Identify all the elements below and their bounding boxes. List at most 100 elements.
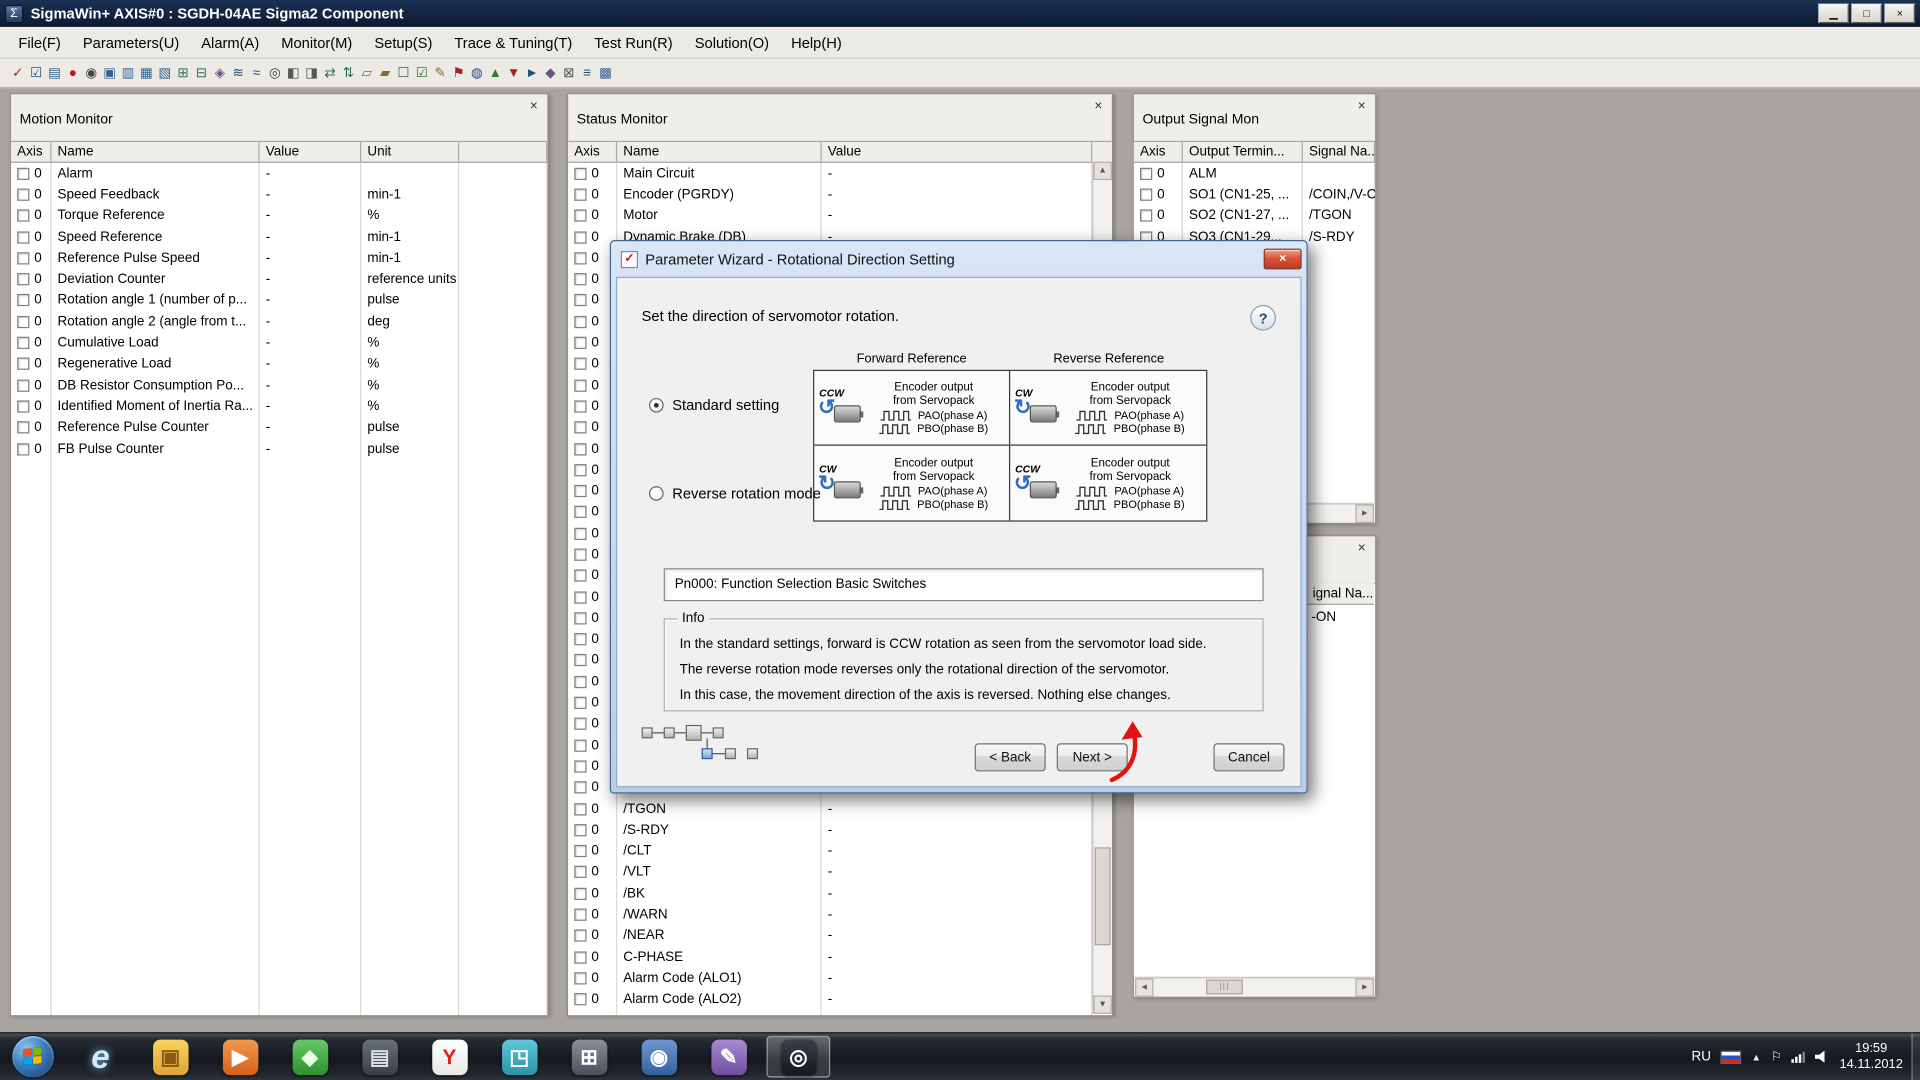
up-icon[interactable]: ▲ xyxy=(486,62,504,84)
dialog-titlebar[interactable]: ✓ Parameter Wizard - Rotational Directio… xyxy=(616,241,1302,277)
start-button[interactable] xyxy=(11,1035,55,1079)
table-row[interactable]: 0Deviation Counter-reference units xyxy=(11,269,547,290)
table-row[interactable]: 0Main Circuit- xyxy=(568,163,1112,184)
menu-file-f[interactable]: File(F) xyxy=(7,29,71,56)
scroll-left-icon[interactable]: ◄ xyxy=(1135,978,1153,996)
row-checkbox[interactable] xyxy=(574,845,586,857)
row-checkbox[interactable] xyxy=(574,421,586,433)
parameters-icon[interactable]: ▤ xyxy=(45,62,63,84)
row-checkbox[interactable] xyxy=(574,972,586,984)
row-checkbox[interactable] xyxy=(574,316,586,328)
table-row[interactable]: 0/WARN- xyxy=(568,904,1112,925)
row-checkbox[interactable] xyxy=(17,188,29,200)
cancel-button[interactable]: Cancel xyxy=(1213,743,1284,771)
row-checkbox[interactable] xyxy=(574,887,586,899)
alarm-record-icon[interactable]: ● xyxy=(64,62,82,84)
row-checkbox[interactable] xyxy=(574,527,586,539)
table-row[interactable]: 0Alarm Code (ALO1)- xyxy=(568,968,1112,989)
row-checkbox[interactable] xyxy=(574,358,586,370)
close-icon[interactable]: × xyxy=(1353,98,1370,114)
row-checkbox[interactable] xyxy=(574,591,586,603)
row-checkbox[interactable] xyxy=(574,294,586,306)
menu-monitor-m[interactable]: Monitor(M) xyxy=(270,29,363,56)
taskbar-graphics-app[interactable]: ✎ xyxy=(697,1036,761,1078)
table-row[interactable]: 0/TGON- xyxy=(568,798,1112,819)
table-row[interactable]: 0Rotation angle 2 (angle from t...-deg xyxy=(11,311,547,332)
network-icon[interactable] xyxy=(1792,1051,1805,1063)
table-row[interactable]: 0Encoder (PGRDY)- xyxy=(568,184,1112,205)
select-icon[interactable]: ☐ xyxy=(394,62,412,84)
row-checkbox[interactable] xyxy=(17,294,29,306)
scope-icon[interactable]: ◎ xyxy=(266,62,284,84)
row-checkbox[interactable] xyxy=(17,358,29,370)
language-flag-icon[interactable] xyxy=(1721,1050,1742,1063)
table-row[interactable]: 0Alarm- xyxy=(11,163,547,184)
test-run-icon[interactable]: ► xyxy=(523,62,541,84)
sync-icon[interactable]: ⇅ xyxy=(339,62,357,84)
table-row[interactable]: 0Reference Pulse Speed-min-1 xyxy=(11,248,547,269)
row-checkbox[interactable] xyxy=(574,379,586,391)
table-row[interactable]: 0Speed Reference-min-1 xyxy=(11,226,547,247)
table-row[interactable]: 0FB Pulse Counter-pulse xyxy=(11,438,547,459)
online-check-icon[interactable]: ✓ xyxy=(9,62,27,84)
table-row[interactable]: 0/CLT- xyxy=(568,841,1112,862)
row-checkbox[interactable] xyxy=(574,782,586,794)
wizard-icon[interactable]: ◈ xyxy=(211,62,229,84)
back-button[interactable]: < Back xyxy=(975,743,1046,771)
transfer-icon[interactable]: ⇄ xyxy=(321,62,339,84)
row-checkbox[interactable] xyxy=(17,231,29,243)
row-checkbox[interactable] xyxy=(574,718,586,730)
row-checkbox[interactable] xyxy=(574,612,586,624)
row-checkbox[interactable] xyxy=(17,379,29,391)
hidden-icons-button[interactable]: ▲ xyxy=(1751,1051,1761,1062)
trace-wave-icon[interactable]: ≋ xyxy=(229,62,247,84)
table-row[interactable]: 0/S-RDY- xyxy=(568,819,1112,840)
row-checkbox[interactable] xyxy=(574,167,586,179)
row-checkbox[interactable] xyxy=(574,188,586,200)
taskbar-internet-explorer[interactable]: e xyxy=(69,1036,133,1078)
table-row[interactable]: 0Identified Moment of Inertia Ra...-% xyxy=(11,396,547,417)
show-desktop-button[interactable] xyxy=(1911,1033,1920,1080)
table-row[interactable]: 0/BK- xyxy=(568,883,1112,904)
row-checkbox[interactable] xyxy=(1140,188,1152,200)
row-checkbox[interactable] xyxy=(17,443,29,455)
row-checkbox[interactable] xyxy=(1140,167,1152,179)
taskbar-green-app[interactable]: ◆ xyxy=(278,1036,342,1078)
status-monitor-icon[interactable]: ▦ xyxy=(137,62,155,84)
taskbar-media-player[interactable]: ▶ xyxy=(208,1036,272,1078)
menu-test-run-r[interactable]: Test Run(R) xyxy=(583,29,683,56)
taskbar-utility-app[interactable]: ▤ xyxy=(348,1036,412,1078)
chart-icon[interactable]: ▰ xyxy=(376,62,394,84)
down-icon[interactable]: ▼ xyxy=(504,62,522,84)
taskbar-calculator[interactable]: ⊞ xyxy=(557,1036,621,1078)
row-checkbox[interactable] xyxy=(574,400,586,412)
edit-icon[interactable]: ✎ xyxy=(431,62,449,84)
dialog-close-button[interactable]: × xyxy=(1264,249,1302,270)
table-row[interactable]: 0SO2 (CN1-27, .../TGON xyxy=(1134,205,1375,226)
row-checkbox[interactable] xyxy=(574,337,586,349)
row-checkbox[interactable] xyxy=(574,909,586,921)
remove-view-icon[interactable]: ⊟ xyxy=(192,62,210,84)
row-checkbox[interactable] xyxy=(574,549,586,561)
row-checkbox[interactable] xyxy=(574,570,586,582)
horizontal-scrollbar[interactable]: ◄ ► ||| xyxy=(1135,977,1374,995)
row-checkbox[interactable] xyxy=(574,803,586,815)
table-row[interactable]: 0ALM xyxy=(1134,163,1375,184)
close-button[interactable]: × xyxy=(1884,4,1915,24)
row-checkbox[interactable] xyxy=(574,993,586,1005)
right-pane-icon[interactable]: ◨ xyxy=(302,62,320,84)
motion-monitor-icon[interactable]: ▥ xyxy=(119,62,137,84)
radio-reverse-rotation-mode[interactable] xyxy=(649,486,664,501)
target-icon[interactable]: ◍ xyxy=(468,62,486,84)
row-checkbox[interactable] xyxy=(17,167,29,179)
close-view-icon[interactable]: ⊠ xyxy=(560,62,578,84)
action-center-icon[interactable]: ⚐ xyxy=(1771,1050,1782,1063)
table-row[interactable]: 0DB Resistor Consumption Po...-% xyxy=(11,375,547,396)
table-row[interactable]: 0/VLT- xyxy=(568,862,1112,883)
row-checkbox[interactable] xyxy=(574,506,586,518)
row-checkbox[interactable] xyxy=(574,273,586,285)
volume-icon[interactable] xyxy=(1815,1050,1830,1063)
row-checkbox[interactable] xyxy=(17,316,29,328)
table-row[interactable]: 0Regenerative Load-% xyxy=(11,353,547,374)
row-checkbox[interactable] xyxy=(574,252,586,264)
